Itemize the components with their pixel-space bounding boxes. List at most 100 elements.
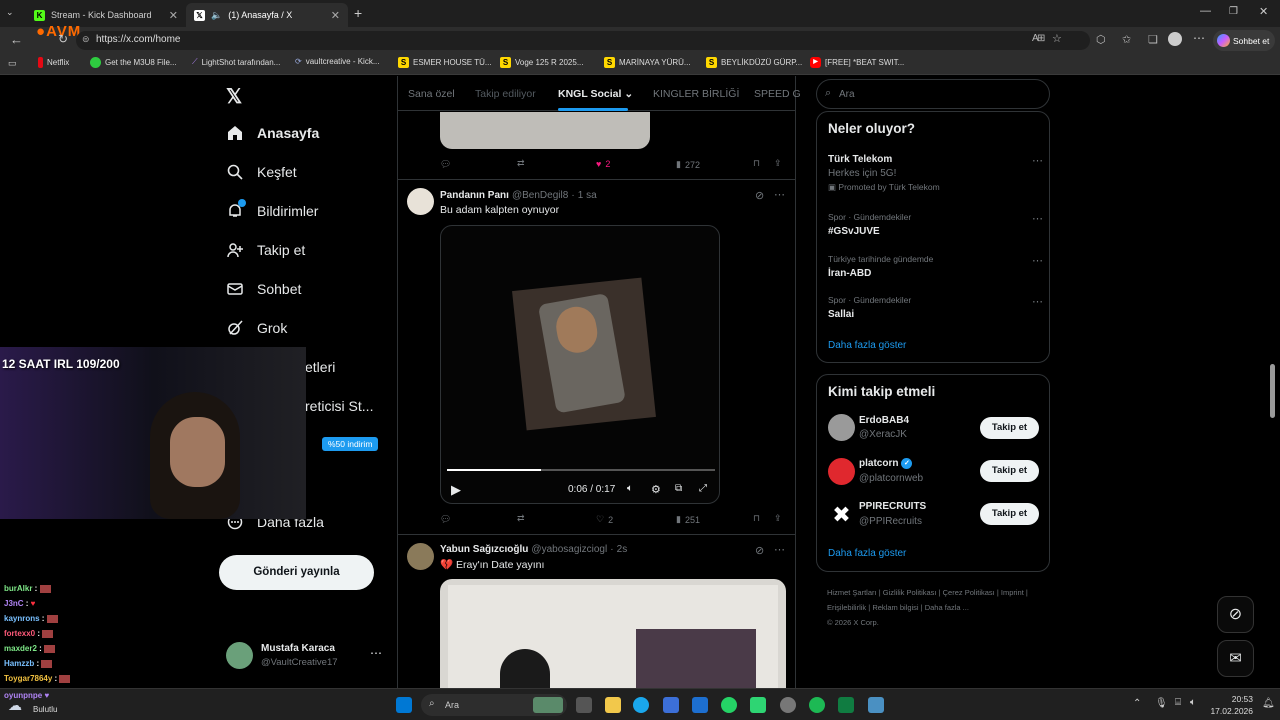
more-icon[interactable]: ⋯ [774, 188, 785, 201]
profile-avatar[interactable] [1168, 32, 1182, 46]
mail-app-icon[interactable] [692, 697, 708, 713]
trend-item[interactable]: Türkiye tarihinde gündemde İran-ABD ⋯ [828, 254, 1043, 279]
kick-app-icon[interactable] [750, 697, 766, 713]
maximize-button[interactable]: ❐ [1229, 6, 1238, 17]
bookmark-netflix[interactable]: Netflix [38, 57, 69, 68]
nav-grok[interactable]: Grok [226, 319, 287, 337]
tab-kngl-social[interactable]: KNGL Social ⌄ [558, 88, 633, 100]
url-field[interactable]: ⊜ https://x.com/home A ☆ [76, 31, 1090, 50]
like-button[interactable]: ♥ 2 [596, 159, 610, 169]
speaker-icon[interactable]: 🔈 [211, 10, 222, 21]
new-tab-button[interactable]: + [354, 5, 362, 21]
bookmark-vaultcreative[interactable]: ⟳ vaultcreative - Kick... [295, 57, 380, 66]
bookmark-icon[interactable]: ⊓ [753, 158, 760, 169]
site-info-icon[interactable]: ⊜ [82, 34, 90, 45]
follow-button[interactable]: Takip et [980, 417, 1039, 439]
tab-x-home[interactable]: 𝕏 🔈 (1) Anasayfa / X ✕ [186, 3, 348, 27]
favorite-star-icon[interactable]: ☆ [1052, 32, 1062, 45]
clock-date[interactable]: 17.02.2026 [1203, 706, 1253, 716]
collections-icon[interactable]: ❏ [1148, 33, 1158, 46]
who-show-more[interactable]: Daha fazla göster [828, 548, 906, 559]
bookmark-icon[interactable]: ⊓ [753, 513, 760, 524]
close-window-button[interactable]: ✕ [1259, 5, 1268, 18]
bookmark-marinaya[interactable]: S MARİNAYA YÜRÜ... [604, 57, 691, 68]
scrollbar-thumb[interactable] [1270, 364, 1275, 418]
avatar[interactable] [828, 458, 855, 485]
more-icon[interactable]: ⋯ [1032, 295, 1043, 308]
clock-time[interactable]: 20:53 [1213, 694, 1253, 704]
more-icon[interactable]: ⋯ [774, 543, 785, 556]
whatsapp-icon[interactable] [721, 697, 737, 713]
volume-icon[interactable]: 🔈︎ [1190, 697, 1196, 708]
video-player[interactable]: ▶ 0:06 / 0:17 🔈︎ ⚙ ⧉ ⤢ [440, 225, 720, 504]
bookmark-lightshot[interactable]: ⟋ LightShot tarafından... [192, 57, 280, 67]
repost-icon[interactable]: ⇄ [517, 158, 525, 169]
file-explorer-icon[interactable] [605, 697, 621, 713]
nav-bookmarks-partial[interactable]: etleri [305, 359, 335, 375]
views-button[interactable]: ▮ 251 [676, 514, 700, 525]
trend-item[interactable]: Türk Telekom Herkes için 5G! ▣ Promoted … [828, 154, 1043, 193]
bookmark-m3u8[interactable]: Get the M3U8 File... [90, 57, 177, 68]
nav-home[interactable]: Anasayfa [226, 124, 319, 142]
repost-icon[interactable]: ⇄ [517, 513, 525, 524]
play-icon[interactable]: ▶ [451, 482, 461, 498]
volume-icon[interactable]: 🔈︎ [627, 483, 633, 494]
reply-icon[interactable]: 💬︎ [440, 514, 451, 525]
avatar[interactable] [407, 188, 434, 215]
x-logo-icon[interactable]: 𝕏 [226, 84, 242, 109]
minimize-button[interactable]: — [1200, 5, 1211, 17]
avatar[interactable] [407, 543, 434, 570]
nav-notifications[interactable]: Bildirimler [226, 199, 318, 220]
post-image[interactable] [440, 579, 786, 688]
nav-explore[interactable]: Keşfet [226, 163, 297, 181]
bookmark-voge[interactable]: S Voge 125 R 2025... [500, 57, 584, 68]
back-icon[interactable]: ← [10, 32, 23, 47]
spotify-icon[interactable] [809, 697, 825, 713]
suggested-user-name[interactable]: platcorn ✓ [859, 458, 913, 469]
nav-chat[interactable]: Sohbet [226, 280, 301, 298]
avatar[interactable] [828, 414, 855, 441]
ppi-logo-icon[interactable]: ✖ [828, 501, 855, 528]
grok-float-button[interactable]: ⊘ [1217, 596, 1254, 633]
notification-icon[interactable]: 🔔︎ [1262, 698, 1275, 709]
bookmark-beylikduzu[interactable]: S BEYLİKDÜZÜ GÜRP... [706, 57, 802, 68]
tray-chevron-icon[interactable]: ⌃ [1133, 698, 1141, 709]
sidebar-toggle-icon[interactable]: ▭ [8, 58, 17, 69]
extensions-icon[interactable]: ⬡ [1096, 33, 1106, 46]
apps-icon[interactable]: ⊞ [1037, 33, 1045, 44]
tab-for-you[interactable]: Sana özel [408, 88, 455, 100]
like-button[interactable]: ♡ 2 [596, 514, 613, 525]
follow-button[interactable]: Takip et [980, 503, 1039, 525]
tab-kingler-birligi[interactable]: KINGLER BİRLİĞİ [653, 88, 739, 100]
more-menu-icon[interactable]: ⋯ [1193, 31, 1205, 45]
trend-item[interactable]: Spor · Gündemdekiler Sallai ⋯ [828, 295, 1043, 320]
share-icon[interactable]: ⇪ [774, 158, 782, 169]
tab-list-icon[interactable]: ⌄ [6, 7, 14, 18]
obs-icon[interactable] [780, 697, 796, 713]
tab-speed[interactable]: SPEED G [754, 88, 801, 100]
post-button[interactable]: Gönderi yayınla [219, 555, 374, 590]
search-input[interactable]: ⌕ Ara [816, 79, 1050, 109]
copilot-button[interactable]: Sohbet et [1213, 30, 1275, 51]
video-progress[interactable] [447, 469, 715, 471]
more-icon[interactable]: ⋯ [1032, 212, 1043, 225]
pip-icon[interactable]: ⧉ [675, 483, 682, 494]
more-icon[interactable]: ⋯ [1032, 154, 1043, 167]
trend-item[interactable]: Spor · Gündemdekiler #GSvJUVE ⋯ [828, 212, 1043, 237]
close-tab-icon[interactable]: ✕ [169, 9, 178, 22]
tab-following[interactable]: Takip ediliyor [475, 88, 536, 100]
grok-icon[interactable]: ⊘ [755, 189, 764, 202]
close-tab-icon[interactable]: ✕ [331, 9, 340, 22]
edge-icon[interactable] [633, 697, 649, 713]
bookmark-esmer-house[interactable]: S ESMER HOUSE TÜ... [398, 57, 492, 68]
nav-follow[interactable]: Takip et [226, 241, 305, 259]
trends-show-more[interactable]: Daha fazla göster [828, 340, 906, 351]
nav-creator-studio-partial[interactable]: reticisi St... [305, 398, 373, 414]
fullscreen-icon[interactable]: ⤢ [699, 483, 707, 494]
windows-start-icon[interactable] [396, 697, 412, 713]
store-icon[interactable] [663, 697, 679, 713]
follow-button[interactable]: Takip et [980, 460, 1039, 482]
favorites-icon[interactable]: ✩ [1122, 33, 1131, 46]
share-icon[interactable]: ⇪ [774, 513, 782, 524]
views-button[interactable]: ▮ 272 [676, 159, 700, 170]
